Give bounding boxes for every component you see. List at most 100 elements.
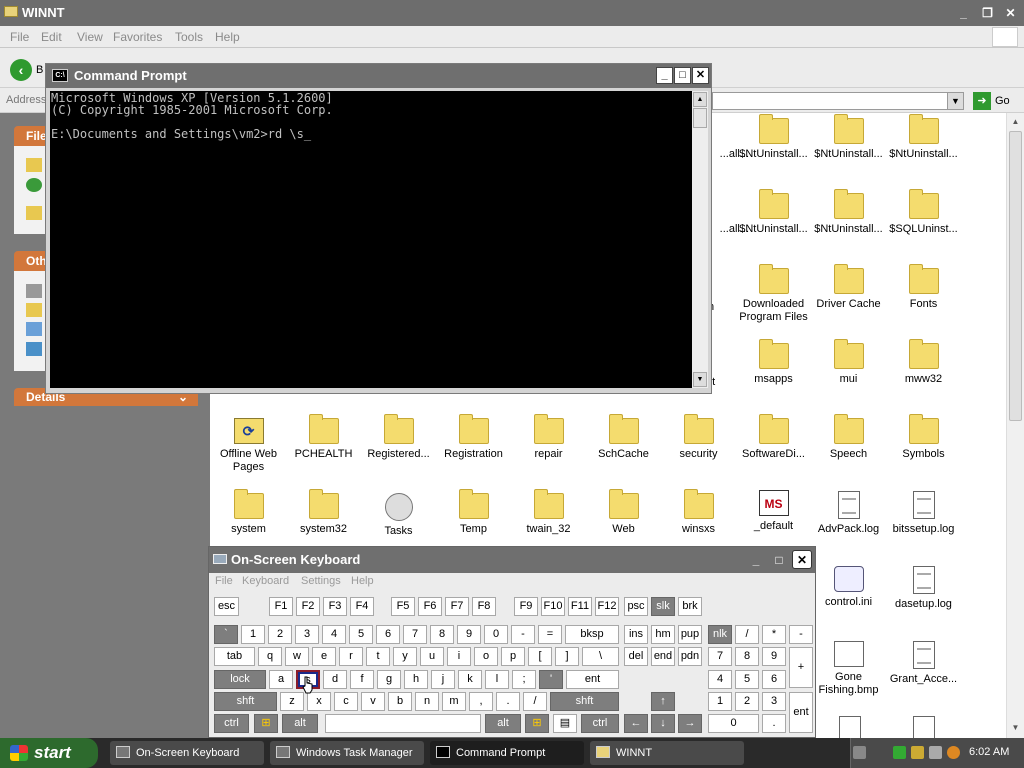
file-item[interactable]: Registered... bbox=[361, 414, 436, 461]
file-item[interactable]: system bbox=[211, 489, 286, 536]
key-f11[interactable]: F11 bbox=[568, 597, 592, 616]
file-item[interactable]: $SQLUninst... bbox=[886, 189, 961, 236]
file-item[interactable]: Registration bbox=[436, 414, 511, 461]
go-arrow-icon[interactable]: ➜ bbox=[973, 92, 991, 110]
file-item[interactable]: $NtUninstall... bbox=[811, 114, 886, 161]
file-item[interactable]: bitssetup.log bbox=[886, 491, 961, 536]
key-ctrl-left[interactable]: ctrl bbox=[214, 714, 249, 733]
explorer-title-bar[interactable]: WINNT _ ❐ ✕ bbox=[0, 0, 1024, 26]
key-slash[interactable]: / bbox=[523, 692, 547, 711]
key-pgup[interactable]: pup bbox=[678, 625, 702, 644]
key-num-0[interactable]: 0 bbox=[708, 714, 759, 733]
file-item[interactable]: PCHEALTH bbox=[286, 414, 361, 461]
key-esc[interactable]: esc bbox=[214, 597, 239, 616]
text-file-icon[interactable] bbox=[839, 716, 861, 738]
key-f[interactable]: f bbox=[350, 670, 374, 689]
drive-icon[interactable] bbox=[26, 284, 42, 298]
key-t[interactable]: t bbox=[366, 647, 390, 666]
key-z[interactable]: z bbox=[280, 692, 304, 711]
menu-key-icon[interactable]: ▤ bbox=[553, 714, 577, 733]
file-item[interactable]: dasetup.log bbox=[886, 566, 961, 611]
file-item[interactable]: SoftwareDi... bbox=[736, 414, 811, 461]
menu-view[interactable]: View bbox=[77, 30, 103, 44]
key-period[interactable]: . bbox=[496, 692, 520, 711]
key-4[interactable]: 4 bbox=[322, 625, 346, 644]
key-arrow-up[interactable]: ↑ bbox=[651, 692, 675, 711]
key-f6[interactable]: F6 bbox=[418, 597, 442, 616]
key-minus[interactable]: - bbox=[511, 625, 535, 644]
key-backspace[interactable]: bksp bbox=[565, 625, 619, 644]
key-num-6[interactable]: 6 bbox=[762, 670, 786, 689]
text-file-icon[interactable] bbox=[913, 716, 935, 738]
key-h[interactable]: h bbox=[404, 670, 428, 689]
file-item[interactable]: Downloaded Program Files bbox=[736, 264, 811, 324]
key-equals[interactable]: = bbox=[538, 625, 562, 644]
key-r[interactable]: r bbox=[339, 647, 363, 666]
file-item[interactable]: $NtUninstall... bbox=[886, 114, 961, 161]
go-button-label[interactable]: Go bbox=[995, 95, 1010, 107]
file-item[interactable]: mui bbox=[811, 339, 886, 386]
key-end[interactable]: end bbox=[651, 647, 675, 666]
key-alt-right[interactable]: alt bbox=[485, 714, 521, 733]
key-shift-left[interactable]: shft bbox=[214, 692, 277, 711]
maximize-button[interactable]: □ bbox=[674, 67, 691, 84]
key-pgdn[interactable]: pdn bbox=[678, 647, 702, 666]
key-b[interactable]: b bbox=[388, 692, 412, 711]
key-comma[interactable]: , bbox=[469, 692, 493, 711]
task-winnt[interactable]: WINNT bbox=[590, 741, 744, 765]
key-num-8[interactable]: 8 bbox=[735, 647, 759, 666]
key-quote[interactable]: ' bbox=[539, 670, 563, 689]
key-semicolon[interactable]: ; bbox=[512, 670, 536, 689]
menu-file[interactable]: File bbox=[10, 30, 29, 44]
key-x[interactable]: x bbox=[307, 692, 331, 711]
key-n[interactable]: n bbox=[415, 692, 439, 711]
key-space[interactable] bbox=[325, 714, 481, 733]
key-2[interactable]: 2 bbox=[268, 625, 292, 644]
scroll-up-icon[interactable]: ▲ bbox=[1009, 115, 1022, 129]
key-rbracket[interactable]: ] bbox=[555, 647, 579, 666]
key-ins[interactable]: ins bbox=[624, 625, 648, 644]
menu-tools[interactable]: Tools bbox=[175, 30, 203, 44]
key-f1[interactable]: F1 bbox=[269, 597, 293, 616]
scroll-down-icon[interactable]: ▼ bbox=[1009, 721, 1022, 735]
key-p[interactable]: p bbox=[501, 647, 525, 666]
windows-key-icon[interactable]: ⊞ bbox=[525, 714, 549, 733]
osk-title-bar[interactable]: On-Screen Keyboard _ □ ✕ bbox=[209, 547, 815, 573]
key-psc[interactable]: psc bbox=[624, 597, 648, 616]
search-icon[interactable] bbox=[947, 746, 960, 759]
scroll-thumb[interactable] bbox=[1009, 131, 1022, 421]
key-alt-left[interactable]: alt bbox=[282, 714, 318, 733]
scroll-down-icon[interactable]: ▼ bbox=[693, 372, 707, 387]
file-item[interactable]: Fonts bbox=[886, 264, 961, 311]
file-item[interactable]: AdvPack.log bbox=[811, 491, 886, 536]
key-num-divide[interactable]: / bbox=[735, 625, 759, 644]
key-k[interactable]: k bbox=[458, 670, 482, 689]
chevron-down-icon[interactable]: ▼ bbox=[947, 92, 964, 110]
key-f3[interactable]: F3 bbox=[323, 597, 347, 616]
explorer-scrollbar[interactable]: ▲ ▼ bbox=[1006, 113, 1024, 738]
key-8[interactable]: 8 bbox=[430, 625, 454, 644]
file-item[interactable]: Driver Cache bbox=[811, 264, 886, 311]
key-f9[interactable]: F9 bbox=[514, 597, 538, 616]
key-enter[interactable]: ent bbox=[566, 670, 619, 689]
close-button[interactable]: ✕ bbox=[792, 550, 812, 569]
key-lbracket[interactable]: [ bbox=[528, 647, 552, 666]
console-output[interactable]: Microsoft Windows XP [Version 5.1.2600] … bbox=[50, 91, 692, 388]
file-item[interactable]: msapps bbox=[736, 339, 811, 386]
key-arrow-right[interactable]: → bbox=[678, 714, 702, 733]
key-num-plus[interactable]: + bbox=[789, 647, 813, 688]
network-icon[interactable] bbox=[929, 746, 942, 759]
key-0[interactable]: 0 bbox=[484, 625, 508, 644]
key-num-2[interactable]: 2 bbox=[735, 692, 759, 711]
key-7[interactable]: 7 bbox=[403, 625, 427, 644]
key-w[interactable]: w bbox=[285, 647, 309, 666]
minimize-button[interactable]: _ bbox=[953, 3, 974, 24]
my-computer-icon[interactable] bbox=[26, 322, 42, 336]
minimize-button[interactable]: _ bbox=[656, 67, 673, 84]
scroll-thumb[interactable] bbox=[693, 108, 707, 128]
file-item[interactable]: system32 bbox=[286, 489, 361, 536]
key-g[interactable]: g bbox=[377, 670, 401, 689]
menu-file[interactable]: File bbox=[215, 575, 233, 587]
key-capslock[interactable]: lock bbox=[214, 670, 266, 689]
key-1[interactable]: 1 bbox=[241, 625, 265, 644]
